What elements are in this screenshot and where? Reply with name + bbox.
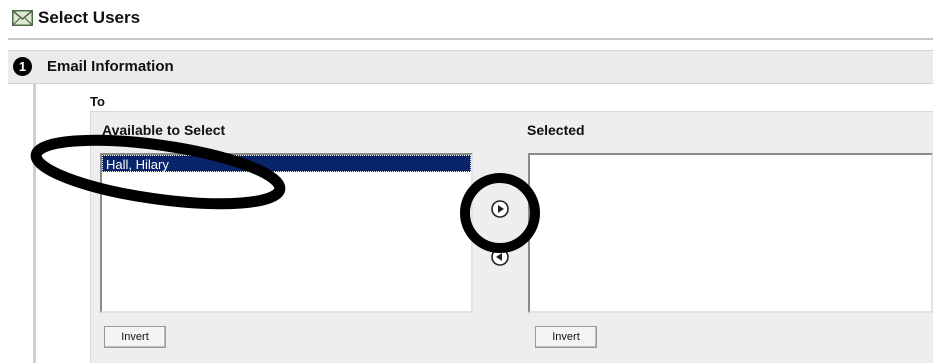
email-page: Select Users 1 Email Information To Avai…	[0, 0, 933, 363]
section-rail	[33, 84, 36, 363]
section-header: 1 Email Information	[8, 50, 933, 84]
page-header: Select Users	[12, 6, 140, 30]
list-item[interactable]: Hall, Hilary	[102, 155, 471, 172]
arrow-right-circle-icon[interactable]	[490, 199, 510, 219]
step-number-badge: 1	[13, 57, 32, 76]
invert-available-button[interactable]: Invert	[104, 326, 166, 348]
arrow-left-circle-icon[interactable]	[490, 247, 510, 267]
envelope-icon	[12, 10, 33, 26]
selected-header: Selected	[527, 122, 585, 138]
invert-selected-button[interactable]: Invert	[535, 326, 597, 348]
available-header: Available to Select	[102, 122, 226, 138]
page-title: Select Users	[38, 8, 141, 27]
available-users-list[interactable]: Hall, Hilary	[100, 153, 473, 313]
selected-users-list[interactable]	[528, 153, 933, 313]
to-label: To	[90, 94, 105, 109]
section-title: Email Information	[47, 58, 174, 75]
title-divider	[8, 38, 933, 40]
